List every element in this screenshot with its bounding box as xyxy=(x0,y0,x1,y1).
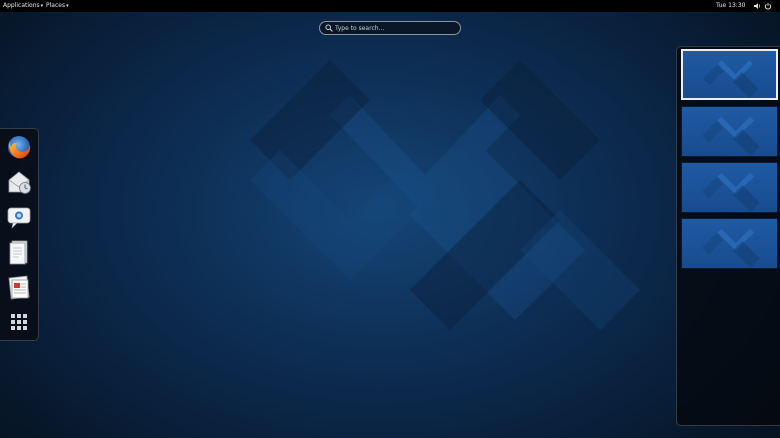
search-entry[interactable] xyxy=(319,21,461,35)
applications-menu[interactable]: Applications▾ xyxy=(3,0,43,12)
workspace-switcher xyxy=(676,46,780,426)
evolution-mail-icon[interactable] xyxy=(5,168,33,196)
workspace-wallpaper xyxy=(703,60,759,98)
search-input[interactable] xyxy=(335,22,455,34)
workspace-wallpaper xyxy=(702,228,760,268)
desktop-wallpaper xyxy=(250,60,640,330)
power-icon[interactable] xyxy=(764,2,772,10)
workspace-thumbnail[interactable] xyxy=(681,218,778,269)
workspace-thumbnail[interactable] xyxy=(681,162,778,213)
volume-icon[interactable] xyxy=(754,3,761,9)
workspace-wallpaper xyxy=(702,116,760,156)
places-menu[interactable]: Places▾ xyxy=(46,0,69,12)
clock[interactable]: Tue 13:30 xyxy=(716,0,745,12)
chevron-down-icon: ▾ xyxy=(66,3,69,9)
places-menu-label: Places xyxy=(46,2,66,9)
top-bar: Applications▾ Places▾ Tue 13:30 xyxy=(0,0,780,12)
libreoffice-writer-icon[interactable] xyxy=(5,273,33,301)
workspace-thumbnail[interactable] xyxy=(681,106,778,157)
dash xyxy=(0,128,39,341)
show-applications-icon[interactable] xyxy=(5,308,33,336)
firefox-icon[interactable] xyxy=(5,133,33,161)
document-viewer-icon[interactable] xyxy=(5,238,33,266)
workspace-thumbnail[interactable] xyxy=(681,49,778,100)
chevron-down-icon: ▾ xyxy=(40,3,44,9)
workspace-wallpaper xyxy=(702,172,760,212)
search-icon xyxy=(325,24,333,32)
empathy-chat-icon[interactable] xyxy=(5,203,33,231)
applications-menu-label: Applications xyxy=(3,2,40,9)
gnome-overview: Applications▾ Places▾ Tue 13:30 xyxy=(0,0,780,438)
